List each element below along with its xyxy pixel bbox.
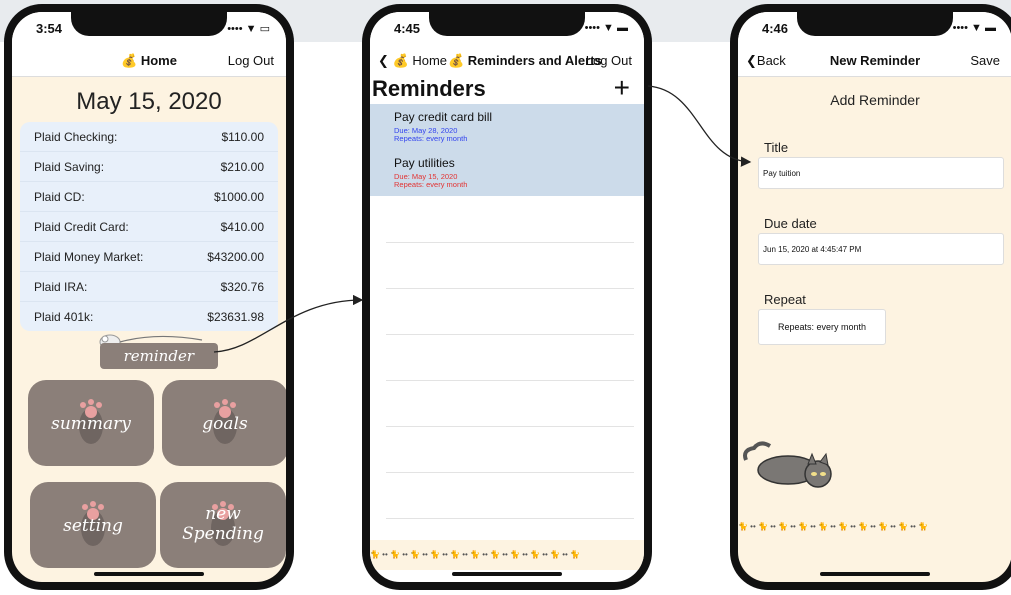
account-amount: $43200.00 [207,249,264,264]
nav-bar: ❮Back New Reminder Save [738,46,1011,77]
back-label: Home [412,53,448,68]
tile-label: summary [51,414,131,434]
account-amount: $210.00 [220,159,264,174]
account-amount: $320.76 [220,279,264,294]
tile-label: setting [63,516,123,536]
logout-button[interactable]: Log Out [586,53,632,68]
reminders-screen: 4:45 •••• ▼ ▬ ❮ 💰 Home 💰 Reminders and A… [370,12,644,582]
account-name: Plaid 401k: [34,309,94,324]
save-button[interactable]: Save [970,53,1000,68]
reminder-name: Pay credit card bill [394,110,493,124]
money-bag-icon: 💰 [392,53,409,68]
empty-list-area [370,196,644,546]
phone-new-reminder: 4:46 •••• ▼ ▬ ❮Back New Reminder Save Ad… [730,4,1011,590]
nav-bar: ❮ 💰 Home 💰 Reminders and Alerts Log Out [370,46,644,76]
divider [386,334,634,335]
home-indicator [94,572,204,576]
divider [386,288,634,289]
new-reminder-screen: 4:46 •••• ▼ ▬ ❮Back New Reminder Save Ad… [738,12,1011,582]
phone-reminders: 4:45 •••• ▼ ▬ ❮ 💰 Home 💰 Reminders and A… [362,4,652,590]
setting-button[interactable]: setting [30,482,156,568]
page-title: Add Reminder [830,92,920,108]
new-spending-button[interactable]: new Spending [160,482,286,568]
account-name: Plaid Money Market: [34,249,144,264]
account-name: Plaid IRA: [34,279,88,294]
reminder-button[interactable]: reminder [100,343,218,369]
account-row[interactable]: Plaid Saving: $210.00 [20,152,278,182]
status-time: 3:54 [36,21,63,36]
divider [386,426,634,427]
repeat-label: Repeat [764,292,806,307]
page-title: Reminders [372,76,486,101]
account-amount: $410.00 [220,219,264,234]
status-icons: •••• ▼ ▬ [584,22,628,34]
home-screen: 3:54 •••• ▼ ▭ 💰 Home Log Out May 15, 202… [12,12,286,582]
notch [71,12,227,36]
goals-button[interactable]: goals [162,380,286,466]
nav-bar: 💰 Home Log Out [12,46,286,77]
list-item[interactable]: Pay utilities Due: May 15, 2020 Repeats:… [370,150,644,197]
logout-button[interactable]: Log Out [228,53,274,68]
divider [386,242,634,243]
account-row[interactable]: Plaid 401k: $23631.98 [20,302,278,331]
summary-button[interactable]: summary [28,380,154,466]
divider [386,472,634,473]
account-row[interactable]: Plaid IRA: $320.76 [20,272,278,302]
add-reminder-button[interactable]: + [614,72,630,104]
title-field[interactable]: Pay tuition [758,157,1004,189]
home-indicator [452,572,562,576]
due-date-field[interactable]: Jun 15, 2020 at 4:45:47 PM [758,233,1004,265]
cat-footer-decoration: 🐈 •• 🐈 •• 🐈 •• 🐈 •• 🐈 •• 🐈 •• 🐈 •• 🐈 •• … [738,512,1011,542]
status-time: 4:45 [394,21,421,36]
status-time: 4:46 [762,21,789,36]
account-amount: $1000.00 [213,189,264,204]
status-icons: •••• ▼ ▭ [227,23,270,35]
accounts-list: Plaid Checking: $110.00 Plaid Saving: $210… [20,122,278,331]
account-name: Plaid Checking: [34,129,118,144]
title-label: Title [764,140,789,155]
notch [797,12,953,36]
notch [429,12,585,36]
account-amount: $110.00 [221,129,265,144]
phone-home: 3:54 •••• ▼ ▭ 💰 Home Log Out May 15, 202… [4,4,294,590]
reminder-repeat: Repeats: every month [394,134,468,143]
account-name: Plaid Credit Card: [34,219,129,234]
divider [386,518,634,519]
account-row[interactable]: Plaid Money Market: $43200.00 [20,242,278,272]
account-name: Plaid CD: [34,189,85,204]
account-row[interactable]: Plaid Checking: $110.00 [20,122,278,152]
divider [386,380,634,381]
list-item[interactable]: Pay credit card bill Due: May 28, 2020 R… [370,104,644,151]
due-date-label: Due date [764,216,817,231]
status-icons: •••• ▼ ▬ [952,22,996,34]
back-button[interactable]: ❮ 💰 Home [378,53,447,69]
cat-icon [743,441,832,488]
reminder-name: Pay utilities [394,156,455,170]
account-row[interactable]: Plaid CD: $1000.00 [20,182,278,212]
current-date: May 15, 2020 [76,88,222,115]
tile-label: new Spending [182,504,264,544]
cat-footer-decoration: 🐈 •• 🐈 •• 🐈 •• 🐈 •• 🐈 •• 🐈 •• 🐈 •• 🐈 •• … [370,540,644,570]
chevron-left-icon: ❮ [378,53,389,68]
account-row[interactable]: Plaid Credit Card: $410.00 [20,212,278,242]
home-indicator [820,572,930,576]
account-name: Plaid Saving: [34,159,105,174]
reminder-repeat: Repeats: every month [394,180,468,189]
repeat-selector[interactable]: Repeats: every month [758,309,886,345]
tile-label: goals [202,414,248,434]
account-amount: $23631.98 [207,309,264,324]
nav-title: 💰 Reminders and Alerts [448,53,602,68]
